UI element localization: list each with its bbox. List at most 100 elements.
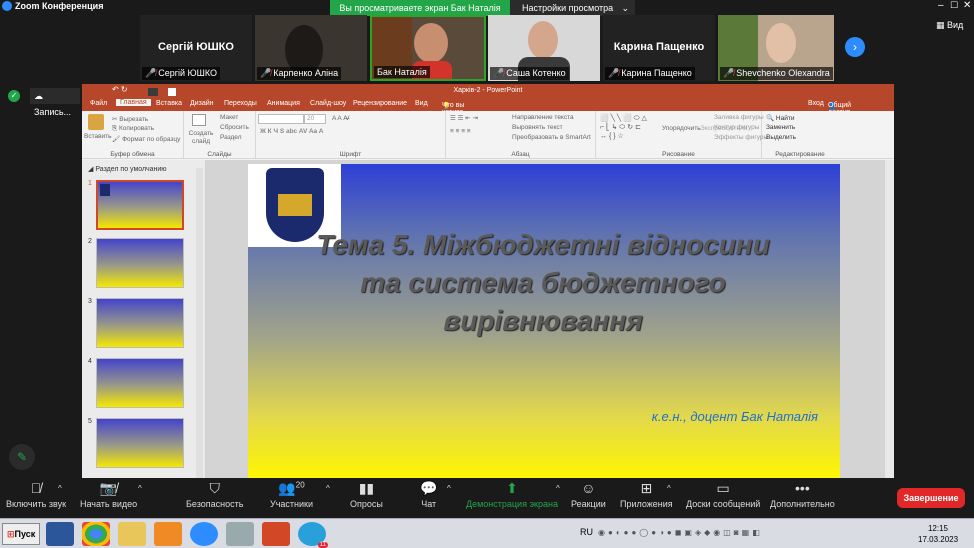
participants-button[interactable]: 👥20 Участники: [270, 480, 313, 509]
telegram-badge: 11: [317, 542, 328, 548]
start-button[interactable]: ⊞Пуск: [2, 523, 40, 545]
thumbs-scrollbar[interactable]: [196, 168, 203, 478]
tray-icons[interactable]: ◉●◐●●◯●◑●◼▣◈◆◉◫◙▦◧: [598, 528, 763, 537]
participant-tile[interactable]: Карина Пащенко 🎤̸ Карина Пащенко: [603, 15, 715, 81]
reset-button[interactable]: Сбросить: [220, 124, 249, 131]
participant-video: [528, 21, 558, 59]
start-video-button[interactable]: 📷̸ Начать видео: [80, 480, 137, 509]
slide-thumbnail-4[interactable]: [96, 358, 184, 408]
maximize-icon[interactable]: ☐: [950, 0, 958, 11]
paste-button[interactable]: Вставить: [84, 133, 112, 140]
audio-options-chevron-icon[interactable]: ^: [58, 484, 62, 493]
reactions-button[interactable]: ☺ Реакции: [571, 480, 606, 509]
section-header[interactable]: ◢ Раздел по умолчанию: [88, 165, 167, 173]
view-button[interactable]: ▦ Вид: [936, 20, 963, 31]
select-button[interactable]: Выделить: [766, 134, 796, 141]
cloud-icon: ☁: [34, 91, 43, 101]
more-button[interactable]: ••• Дополнительно: [770, 480, 835, 509]
layout-button[interactable]: Макет: [220, 114, 238, 121]
tab-design[interactable]: Дизайн: [190, 100, 214, 107]
copy-button[interactable]: ⎘ Копировать: [112, 125, 154, 133]
chat-chevron-icon[interactable]: ^: [447, 484, 451, 493]
slide-thumbnail-3[interactable]: [96, 298, 184, 348]
slide-thumbnail-2[interactable]: [96, 238, 184, 288]
tab-review[interactable]: Рецензирование: [353, 100, 407, 107]
slide-thumbnail-5[interactable]: [96, 418, 184, 468]
section-button[interactable]: Раздел: [220, 134, 241, 141]
login-link[interactable]: Вход: [808, 100, 824, 107]
participant-tile[interactable]: 🎤̸ Карпенко Аліна: [255, 15, 367, 81]
powerpoint-taskbar-icon[interactable]: [262, 522, 290, 546]
section-label: Раздел по умолчанию: [95, 166, 167, 173]
slide-scrollbar[interactable]: [885, 160, 894, 478]
recording-indicator[interactable]: ☁ Запись...: [30, 88, 80, 117]
participants-chevron-icon[interactable]: ^: [326, 484, 330, 493]
shapes-gallery-icon[interactable]: ⬜ ╲ ╲ ⬜ ⬭ △ ⌐ ⎣ ↳ ⬭ ↻ ⊏ ↔ { } ☆: [600, 114, 647, 141]
tab-animation[interactable]: Анимация: [267, 100, 300, 107]
participant-tile-active-speaker[interactable]: Бак Наталія: [370, 15, 486, 81]
end-meeting-button[interactable]: Завершение: [897, 488, 965, 508]
font-size-select[interactable]: 20: [304, 114, 326, 124]
security-label: Безопасность: [186, 499, 244, 509]
video-options-chevron-icon[interactable]: ^: [138, 484, 142, 493]
create-slide-button[interactable]: Создать слайд: [186, 130, 216, 146]
shape-effects-button[interactable]: Эффекты фигуры: [714, 134, 768, 141]
zoom-taskbar-icon[interactable]: [190, 522, 218, 546]
arrange-button[interactable]: Упорядочить: [662, 125, 701, 132]
align-buttons-icon[interactable]: ≡ ≡ ≡ ≡: [450, 128, 471, 135]
tab-view[interactable]: Вид: [415, 100, 428, 107]
participant-tile[interactable]: 🎤̸ Саша Котенко: [488, 15, 600, 81]
list-buttons-icon[interactable]: ☰ ☰ ⇤ ⇥: [450, 114, 478, 122]
shield-icon[interactable]: ✓: [8, 90, 20, 102]
share-chevron-icon[interactable]: ^: [556, 484, 560, 493]
shape-outline-button[interactable]: Контур фигуры: [714, 124, 759, 131]
share-screen-button[interactable]: ⬆ Демонстрация экрана: [466, 480, 558, 509]
apps-button[interactable]: ⊞ Приложения: [620, 480, 673, 509]
participant-tile[interactable]: Сергій ЮШКО 🎤̸ Сергій ЮШКО: [140, 15, 252, 81]
polls-button[interactable]: ▮▮ Опросы: [350, 480, 383, 509]
telegram-taskbar-icon[interactable]: 11: [298, 522, 328, 548]
view-options-button[interactable]: Настройки просмотра ⌄: [510, 0, 635, 16]
language-indicator[interactable]: RU: [580, 527, 593, 537]
replace-button[interactable]: Заменить: [766, 124, 795, 131]
shape-fill-button[interactable]: Заливка фигуры: [714, 114, 764, 121]
tab-insert[interactable]: Вставка: [156, 100, 182, 107]
find-button[interactable]: 🔍 Найти: [766, 114, 794, 122]
font-name-select[interactable]: [258, 114, 304, 124]
security-button[interactable]: ⛉ Безопасность: [186, 480, 243, 509]
smile-icon: ☺: [581, 480, 596, 496]
chat-button[interactable]: 💬 Чат: [420, 480, 437, 509]
format-painter-button[interactable]: 🖌 Формат по образцу: [112, 135, 180, 143]
font-size-buttons-icon[interactable]: A A Ꜻ: [332, 114, 350, 122]
text-direction-button[interactable]: Направление текста: [512, 114, 574, 121]
close-icon[interactable]: ✕: [963, 0, 971, 11]
current-slide[interactable]: Тема 5. Міжбюджетні відносини та система…: [248, 164, 840, 480]
tab-slideshow[interactable]: Слайд-шоу: [310, 100, 346, 107]
font-style-buttons-icon[interactable]: Ж К Ч S abc AV Aa A: [260, 128, 323, 135]
whiteboards-button[interactable]: ▭ Доски сообщений: [686, 480, 760, 509]
apps-chevron-icon[interactable]: ^: [667, 484, 671, 493]
minimize-icon[interactable]: –: [938, 0, 944, 11]
thumb-number: 1: [88, 180, 92, 187]
slide-thumbnail-1[interactable]: [96, 180, 184, 230]
participant-tile[interactable]: 🎤̸ Shevchenko Olexandra: [718, 15, 834, 81]
explorer-taskbar-icon[interactable]: [118, 522, 146, 546]
app-taskbar-icon[interactable]: [154, 522, 182, 546]
next-page-icon[interactable]: ›: [845, 37, 865, 57]
tab-file[interactable]: Файл: [90, 100, 107, 107]
tab-home[interactable]: Главная: [116, 99, 151, 106]
annotate-pencil-icon[interactable]: ✎: [9, 444, 35, 470]
smartart-button[interactable]: Преобразовать в SmartArt: [512, 134, 591, 141]
align-text-button[interactable]: Выровнять текст: [512, 124, 563, 131]
chrome-taskbar-icon[interactable]: [82, 522, 110, 546]
undo-icon[interactable]: ↶ ↻: [112, 85, 128, 94]
pause-share-icon[interactable]: [148, 88, 158, 96]
calculator-taskbar-icon[interactable]: [226, 522, 254, 546]
cut-button[interactable]: ✂ Вырезать: [112, 115, 148, 123]
stop-share-icon[interactable]: [168, 88, 176, 96]
clock[interactable]: 12:15 17.03.2023: [918, 523, 958, 545]
reactions-label: Реакции: [571, 499, 606, 509]
thumb-logo: [100, 184, 110, 196]
tab-transitions[interactable]: Переходы: [224, 100, 257, 107]
word-taskbar-icon[interactable]: [46, 522, 74, 546]
